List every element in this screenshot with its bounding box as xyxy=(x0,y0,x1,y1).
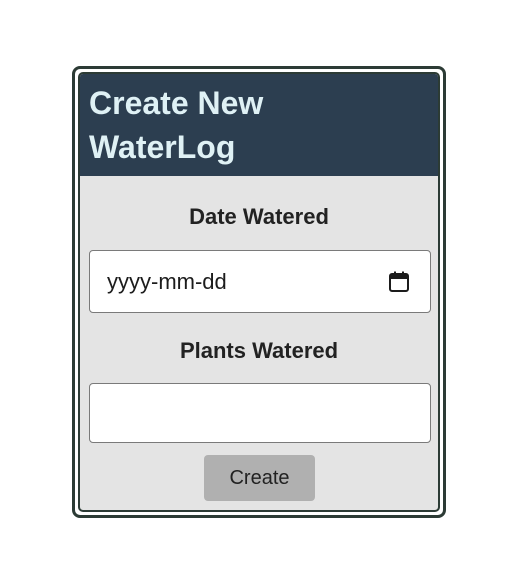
create-button[interactable]: Create xyxy=(204,455,315,501)
date-placeholder: yyyy-mm-dd xyxy=(107,269,227,294)
form-title: Create New WaterLog xyxy=(89,85,264,165)
waterlog-form-card: Create New WaterLog Date Watered yyyy-mm… xyxy=(72,66,446,518)
waterlog-form: Create New WaterLog Date Watered yyyy-mm… xyxy=(78,72,440,512)
date-watered-input[interactable]: yyyy-mm-dd xyxy=(89,250,431,313)
date-watered-label: Date Watered xyxy=(189,204,329,229)
calendar-icon[interactable] xyxy=(388,271,410,293)
form-header: Create New WaterLog xyxy=(80,74,438,176)
plants-watered-label: Plants Watered xyxy=(179,338,339,363)
plants-watered-input[interactable] xyxy=(89,383,431,443)
